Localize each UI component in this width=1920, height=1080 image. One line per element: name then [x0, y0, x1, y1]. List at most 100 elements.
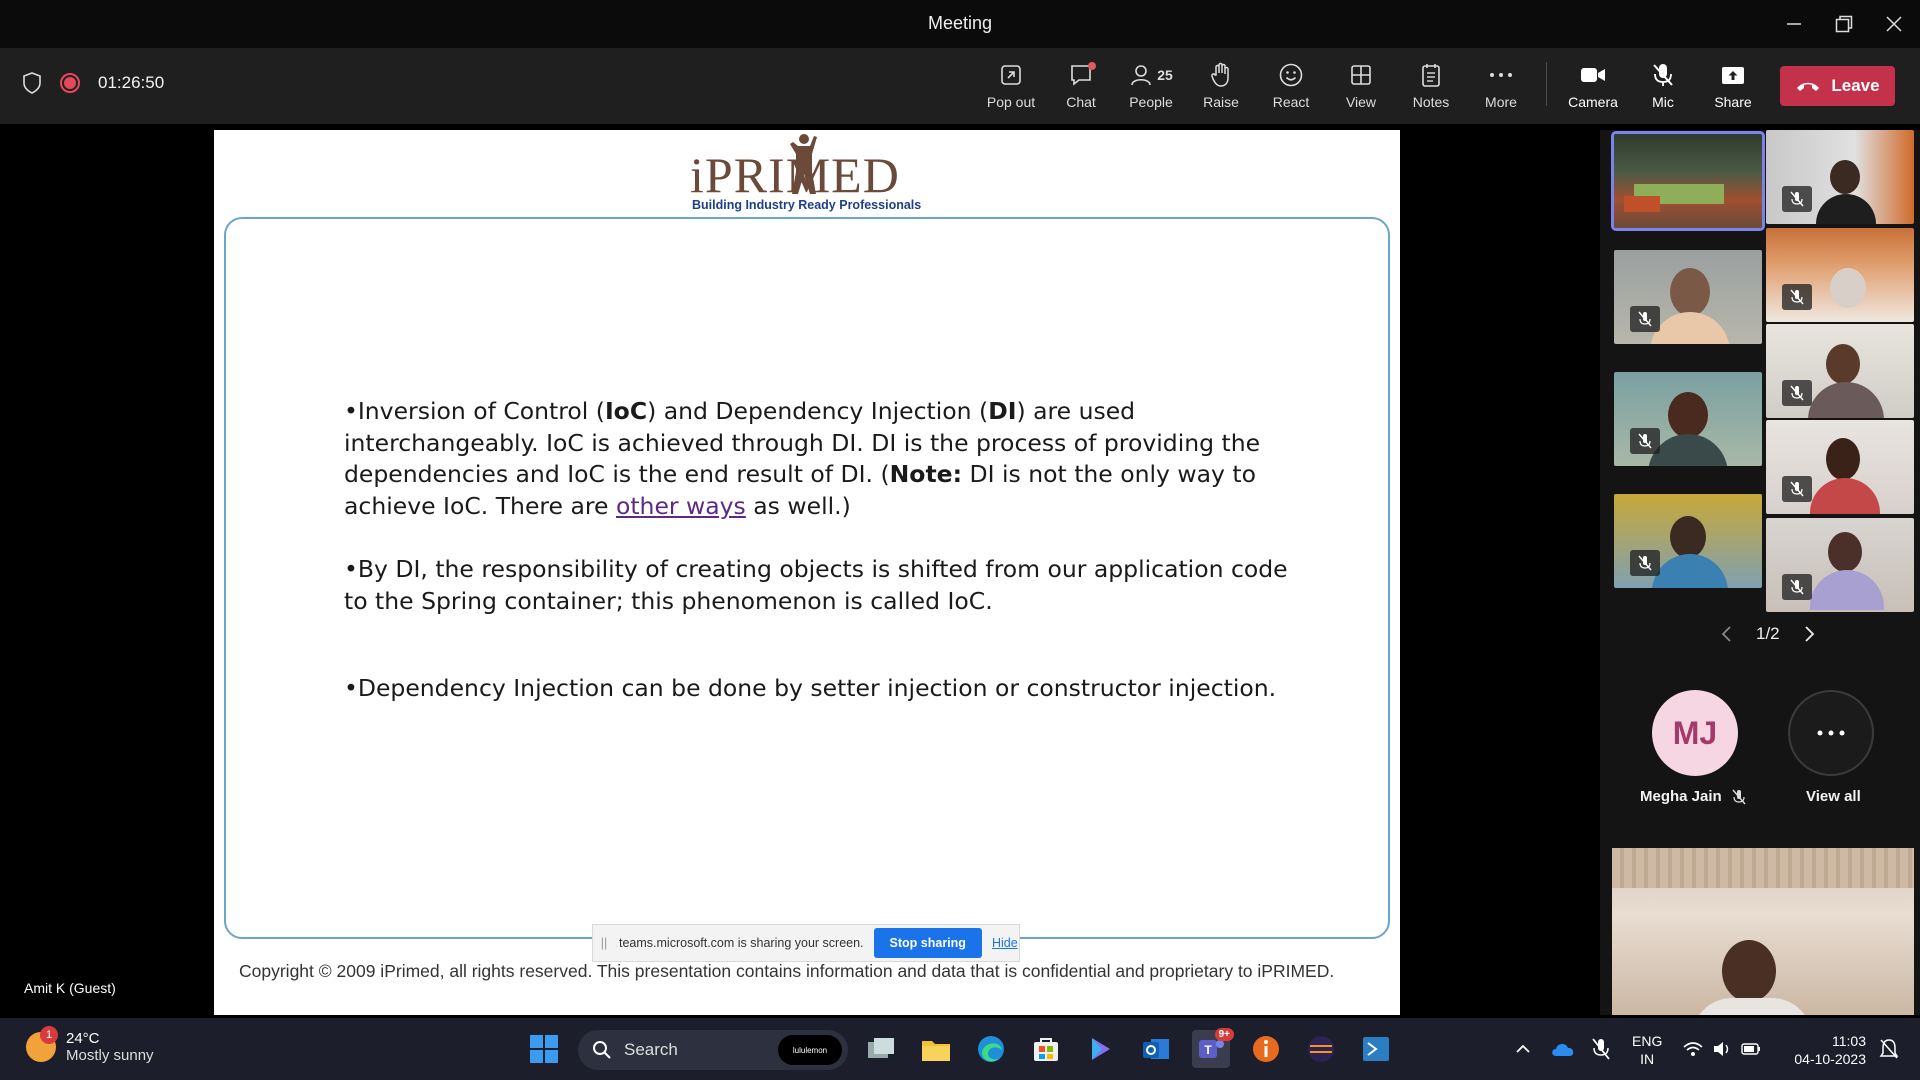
- show-hidden-icons-button[interactable]: [1504, 1030, 1542, 1068]
- outlook-button[interactable]: [1137, 1030, 1175, 1068]
- chevron-right-icon[interactable]: [1804, 625, 1816, 643]
- participant-tile[interactable]: [1614, 250, 1762, 344]
- task-view-button[interactable]: [862, 1030, 900, 1068]
- popout-button[interactable]: Pop out: [980, 60, 1042, 116]
- meeting-timer: 01:26:50: [98, 73, 165, 92]
- clock[interactable]: 11:03 04-10-2023: [1782, 1032, 1866, 1068]
- outlook-icon: [1143, 1039, 1169, 1059]
- more-icon: [1817, 730, 1845, 736]
- file-explorer-button[interactable]: [917, 1030, 955, 1068]
- edge-browser-button[interactable]: [972, 1030, 1010, 1068]
- people-icon: [1131, 65, 1152, 86]
- teams-notification-badge: 9+: [1214, 1028, 1234, 1041]
- notes-button[interactable]: Notes: [1400, 60, 1462, 116]
- eclipse-app-button[interactable]: [1302, 1030, 1340, 1068]
- other-ways-link[interactable]: other ways: [616, 492, 746, 520]
- notifications-button[interactable]: [1870, 1030, 1908, 1068]
- search-highlight-pill: lululemon: [778, 1035, 842, 1065]
- terminal-app-button[interactable]: [1357, 1030, 1395, 1068]
- taskbar-search[interactable]: Search lululemon: [578, 1030, 848, 1070]
- participant-name: Megha Jain: [1640, 788, 1722, 805]
- mic-off-icon: [1653, 64, 1673, 86]
- participant-tile-room[interactable]: [1611, 131, 1765, 231]
- participant-tile[interactable]: [1614, 372, 1762, 466]
- input-language[interactable]: ENG IN: [1632, 1032, 1662, 1068]
- more-button[interactable]: More: [1470, 60, 1532, 116]
- popout-label: Pop out: [986, 94, 1036, 110]
- toolbar-divider: [1546, 62, 1547, 106]
- view-label: View: [1345, 94, 1377, 110]
- mic-label: Mic: [1652, 94, 1674, 110]
- mic-off-icon: [1782, 284, 1812, 310]
- participant-tile[interactable]: [1766, 324, 1914, 418]
- people-label: People: [1129, 94, 1173, 110]
- weather-widget[interactable]: 1 24°C Mostly sunny: [26, 1026, 154, 1064]
- share-icon: [1722, 67, 1744, 84]
- slide-bullet-ioc: •Inversion of Control (IoC) and Dependen…: [344, 397, 1261, 520]
- raise-label: Raise: [1203, 94, 1239, 110]
- region-code: IN: [1640, 1051, 1655, 1067]
- people-count: 25: [1157, 67, 1173, 83]
- app-window-icon: [1363, 1037, 1389, 1061]
- participant-tile[interactable]: [1766, 518, 1914, 612]
- avatar[interactable]: MJ: [1652, 690, 1738, 776]
- minimize-button[interactable]: [1774, 8, 1814, 40]
- view-all-button[interactable]: [1788, 690, 1874, 776]
- weather-sun-icon: 1: [26, 1026, 58, 1062]
- svg-text:T: T: [1204, 1043, 1212, 1057]
- mic-off-icon: [1630, 550, 1660, 576]
- notes-icon: [1422, 64, 1440, 87]
- hand-icon: [1211, 62, 1229, 87]
- start-button[interactable]: [525, 1030, 563, 1068]
- copilot-button[interactable]: [1082, 1030, 1120, 1068]
- participant-tile[interactable]: [1614, 494, 1762, 588]
- tray-mic-button[interactable]: [1582, 1030, 1620, 1068]
- drag-handle-icon[interactable]: ||: [595, 936, 613, 950]
- hang-up-icon: [1797, 82, 1820, 91]
- slide-bullet-injection-types: •Dependency Injection can be done by set…: [344, 674, 1277, 702]
- camera-button[interactable]: Camera: [1562, 60, 1624, 116]
- logo-tagline: Building Industry Ready Professionals: [692, 198, 922, 212]
- view-button[interactable]: View: [1330, 60, 1392, 116]
- onedrive-button[interactable]: [1544, 1030, 1582, 1068]
- people-button[interactable]: 25 People: [1120, 60, 1182, 116]
- participant-tile[interactable]: [1766, 420, 1914, 514]
- teams-button[interactable]: T 9+: [1192, 1028, 1234, 1068]
- wifi-icon: [1683, 1042, 1703, 1056]
- chat-button[interactable]: Chat: [1050, 60, 1112, 116]
- featured-participant-name: Megha Jain: [1640, 788, 1746, 805]
- edge-icon: [978, 1036, 1004, 1062]
- mic-off-icon: [1782, 186, 1812, 212]
- popout-icon: [1001, 65, 1021, 85]
- network-volume-battery[interactable]: [1680, 1030, 1764, 1068]
- restore-button[interactable]: [1824, 8, 1864, 40]
- cloud-icon: [1552, 1043, 1574, 1056]
- share-button[interactable]: Share: [1702, 60, 1764, 116]
- battery-icon: [1741, 1043, 1760, 1055]
- react-button[interactable]: React: [1260, 60, 1322, 116]
- hide-banner-link[interactable]: Hide: [992, 936, 1018, 950]
- store-button[interactable]: [1027, 1030, 1065, 1068]
- mic-button[interactable]: Mic: [1632, 60, 1694, 116]
- self-view-video[interactable]: [1612, 848, 1914, 1015]
- search-label: Search: [624, 1040, 678, 1059]
- minimize-icon: [1787, 23, 1801, 25]
- chevron-left-icon[interactable]: [1720, 625, 1732, 643]
- participant-tile[interactable]: [1766, 228, 1914, 322]
- leave-button[interactable]: Leave: [1780, 66, 1895, 106]
- clock-date: 04-10-2023: [1794, 1051, 1866, 1067]
- language-code: ENG: [1632, 1033, 1663, 1049]
- close-window-button[interactable]: [1874, 8, 1914, 40]
- chat-notification-dot: [1088, 62, 1096, 70]
- raise-hand-button[interactable]: Raise: [1190, 60, 1252, 116]
- react-label: React: [1272, 94, 1310, 110]
- stop-sharing-button[interactable]: Stop sharing: [873, 928, 982, 958]
- weather-temperature: 24°C: [66, 1030, 100, 1047]
- share-banner-text: teams.microsoft.com is sharing your scre…: [619, 936, 864, 950]
- participant-tile[interactable]: [1766, 130, 1914, 224]
- weather-badge: 1: [40, 1026, 58, 1044]
- info-app-button[interactable]: [1247, 1030, 1285, 1068]
- slide-copyright: Copyright © 2009 iPrimed, all rights res…: [239, 961, 1335, 981]
- view-all-label: View all: [1806, 788, 1861, 805]
- clock-time: 11:03: [1832, 1033, 1866, 1049]
